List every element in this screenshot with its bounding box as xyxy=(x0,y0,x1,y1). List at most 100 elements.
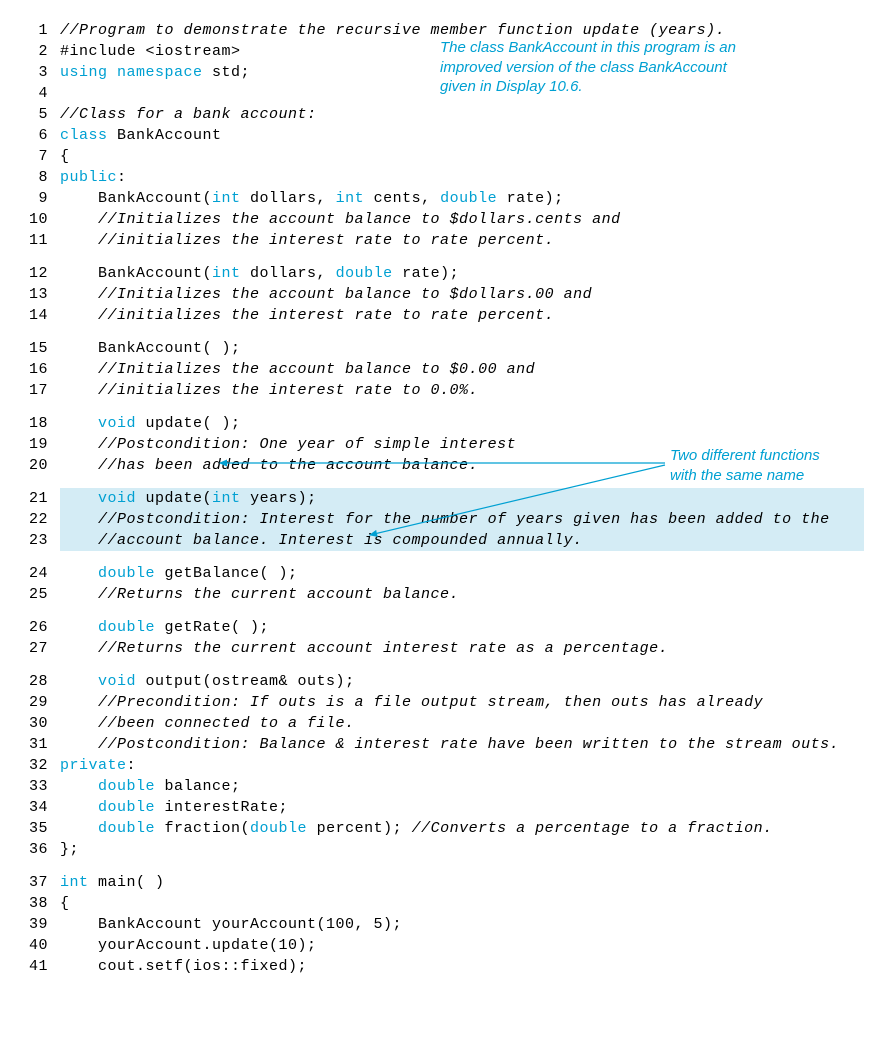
line-number: 30 xyxy=(10,713,60,734)
line-number: 29 xyxy=(10,692,60,713)
line-number: 8 xyxy=(10,167,60,188)
line-number: 3 xyxy=(10,62,60,83)
code-text: //Initializes the account balance to $0.… xyxy=(60,359,864,380)
code-line: 36}; xyxy=(10,839,864,860)
code-text: cout.setf(ios::fixed); xyxy=(60,956,864,977)
code-line: 41 cout.setf(ios::fixed); xyxy=(10,956,864,977)
code-text: public: xyxy=(60,167,864,188)
code-line: 24 double getBalance( ); xyxy=(10,563,864,584)
annotation-overload: Two different functions with the same na… xyxy=(670,446,870,485)
code-line-highlighted: 21 void update(int years); xyxy=(10,488,864,509)
line-number: 35 xyxy=(10,818,60,839)
code-line: 34 double interestRate; xyxy=(10,797,864,818)
line-number: 41 xyxy=(10,956,60,977)
code-line: 8public: xyxy=(10,167,864,188)
line-number: 1 xyxy=(10,20,60,41)
code-line: 29 //Precondition: If outs is a file out… xyxy=(10,692,864,713)
code-text: double getRate( ); xyxy=(60,617,864,638)
line-number: 23 xyxy=(10,530,60,551)
code-line: 26 double getRate( ); xyxy=(10,617,864,638)
code-text: double fraction(double percent); //Conve… xyxy=(60,818,864,839)
code-line: 5//Class for a bank account: xyxy=(10,104,864,125)
line-number: 12 xyxy=(10,263,60,284)
code-block: 1//Program to demonstrate the recursive … xyxy=(10,20,864,977)
code-text: //initializes the interest rate to rate … xyxy=(60,230,864,251)
code-text: private: xyxy=(60,755,864,776)
line-number: 19 xyxy=(10,434,60,455)
line-number: 31 xyxy=(10,734,60,755)
code-text: //been connected to a file. xyxy=(60,713,864,734)
code-text: BankAccount(int dollars, int cents, doub… xyxy=(60,188,864,209)
line-number: 18 xyxy=(10,413,60,434)
code-line: 16 //Initializes the account balance to … xyxy=(10,359,864,380)
code-line: 6class BankAccount xyxy=(10,125,864,146)
code-line: 33 double balance; xyxy=(10,776,864,797)
code-line: 13 //Initializes the account balance to … xyxy=(10,284,864,305)
code-text: }; xyxy=(60,839,864,860)
line-number: 32 xyxy=(10,755,60,776)
code-line: 7{ xyxy=(10,146,864,167)
code-line: 15 BankAccount( ); xyxy=(10,338,864,359)
code-line: 32private: xyxy=(10,755,864,776)
code-line: 10 //Initializes the account balance to … xyxy=(10,209,864,230)
code-text: class BankAccount xyxy=(60,125,864,146)
annotation-class-info: The class BankAccount in this program is… xyxy=(440,38,840,97)
code-text: //Returns the current account balance. xyxy=(60,584,864,605)
code-line: 27 //Returns the current account interes… xyxy=(10,638,864,659)
code-line: 18 void update( ); xyxy=(10,413,864,434)
code-text: BankAccount(int dollars, double rate); xyxy=(60,263,864,284)
code-line: 40 yourAccount.update(10); xyxy=(10,935,864,956)
code-text: //initializes the interest rate to rate … xyxy=(60,305,864,326)
code-text: //Initializes the account balance to $do… xyxy=(60,284,864,305)
code-text: double balance; xyxy=(60,776,864,797)
line-number: 24 xyxy=(10,563,60,584)
code-text: BankAccount yourAccount(100, 5); xyxy=(60,914,864,935)
code-text: { xyxy=(60,146,864,167)
line-number: 33 xyxy=(10,776,60,797)
code-line: 37int main( ) xyxy=(10,872,864,893)
line-number: 7 xyxy=(10,146,60,167)
code-text: //initializes the interest rate to 0.0%. xyxy=(60,380,864,401)
line-number: 10 xyxy=(10,209,60,230)
line-number: 20 xyxy=(10,455,60,476)
code-text: double getBalance( ); xyxy=(60,563,864,584)
code-line: 11 //initializes the interest rate to ra… xyxy=(10,230,864,251)
code-text: //Initializes the account balance to $do… xyxy=(60,209,864,230)
line-number: 26 xyxy=(10,617,60,638)
code-text: //Postcondition: Interest for the number… xyxy=(60,509,864,530)
code-text: void output(ostream& outs); xyxy=(60,671,864,692)
line-number: 25 xyxy=(10,584,60,605)
line-number: 17 xyxy=(10,380,60,401)
line-number: 36 xyxy=(10,839,60,860)
code-line: 14 //initializes the interest rate to ra… xyxy=(10,305,864,326)
code-text: void update( ); xyxy=(60,413,864,434)
line-number: 6 xyxy=(10,125,60,146)
code-line: 30 //been connected to a file. xyxy=(10,713,864,734)
line-number: 27 xyxy=(10,638,60,659)
line-number: 28 xyxy=(10,671,60,692)
code-text: //account balance. Interest is compounde… xyxy=(60,530,864,551)
line-number: 11 xyxy=(10,230,60,251)
line-number: 38 xyxy=(10,893,60,914)
code-line: 28 void output(ostream& outs); xyxy=(10,671,864,692)
line-number: 34 xyxy=(10,797,60,818)
line-number: 14 xyxy=(10,305,60,326)
code-line: 12 BankAccount(int dollars, double rate)… xyxy=(10,263,864,284)
line-number: 37 xyxy=(10,872,60,893)
code-text: yourAccount.update(10); xyxy=(60,935,864,956)
code-text: int main( ) xyxy=(60,872,864,893)
code-line: 25 //Returns the current account balance… xyxy=(10,584,864,605)
code-text: //Postcondition: Balance & interest rate… xyxy=(60,734,864,755)
line-number: 15 xyxy=(10,338,60,359)
code-line: 38{ xyxy=(10,893,864,914)
code-text: double interestRate; xyxy=(60,797,864,818)
code-line-highlighted: 23 //account balance. Interest is compou… xyxy=(10,530,864,551)
code-line-highlighted: 22 //Postcondition: Interest for the num… xyxy=(10,509,864,530)
line-number: 21 xyxy=(10,488,60,509)
line-number: 39 xyxy=(10,914,60,935)
code-line: 39 BankAccount yourAccount(100, 5); xyxy=(10,914,864,935)
code-line: 35 double fraction(double percent); //Co… xyxy=(10,818,864,839)
line-number: 22 xyxy=(10,509,60,530)
code-line: 31 //Postcondition: Balance & interest r… xyxy=(10,734,864,755)
line-number: 13 xyxy=(10,284,60,305)
